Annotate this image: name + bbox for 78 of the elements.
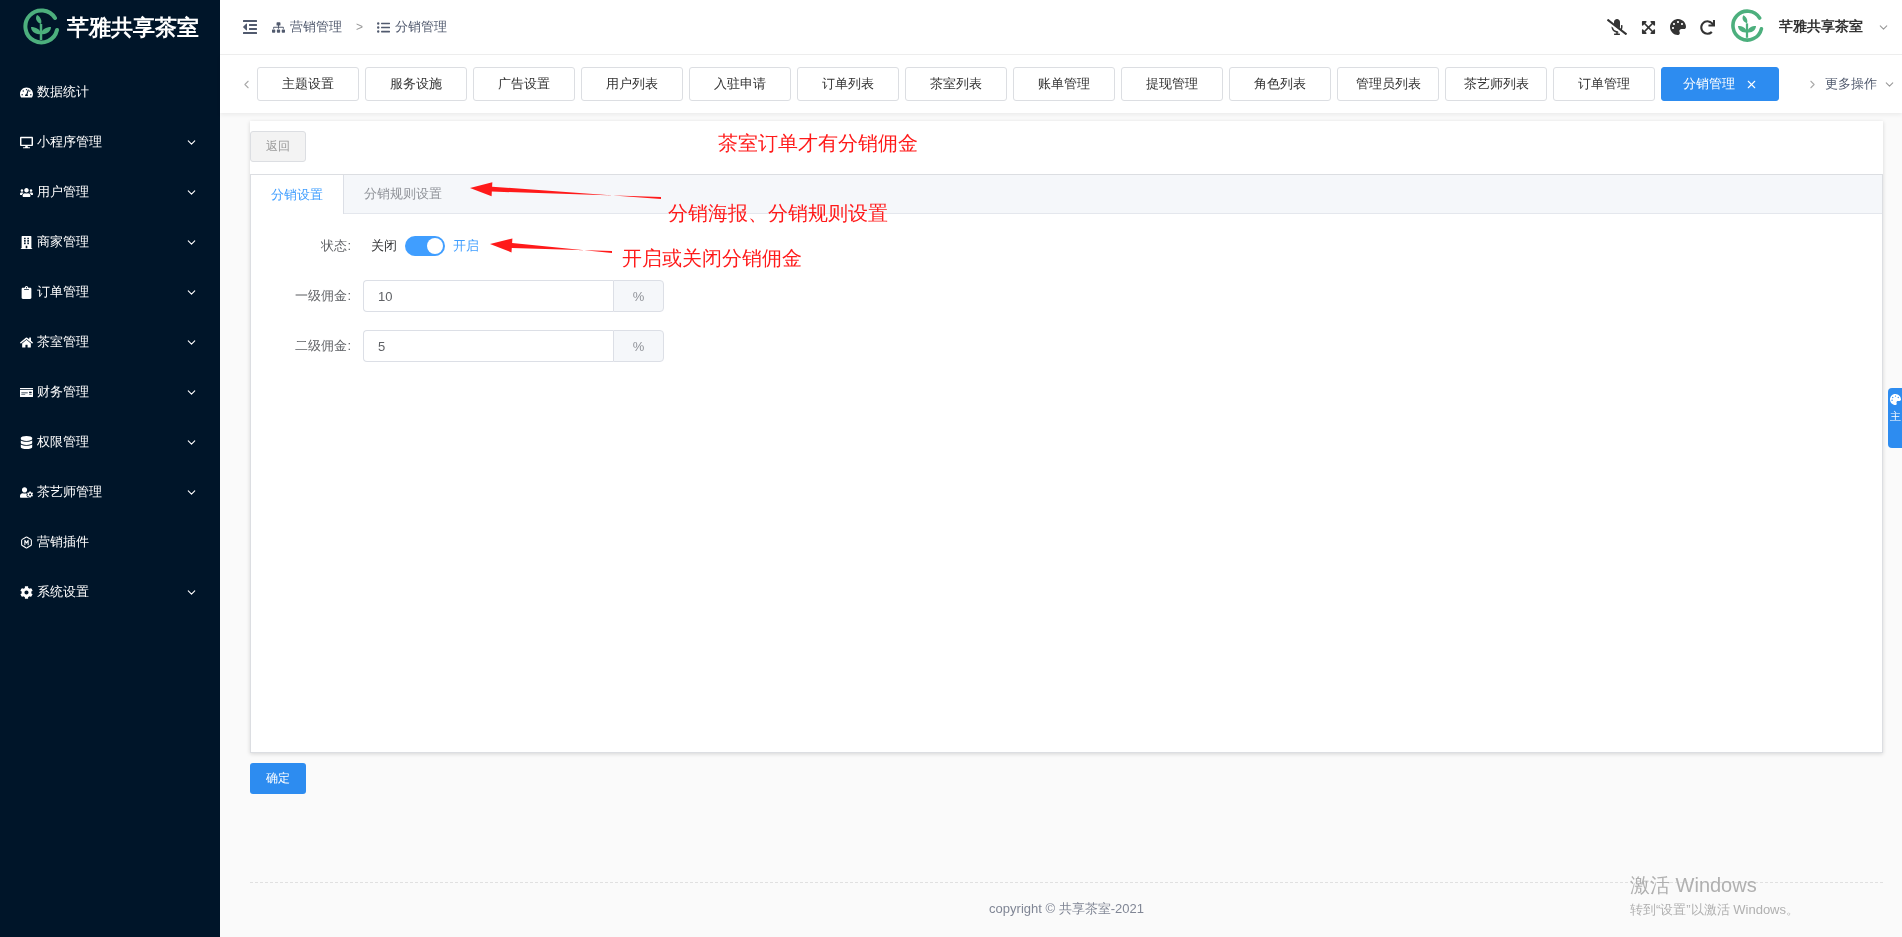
page-tab[interactable]: 订单列表 — [797, 67, 899, 101]
page-tab[interactable]: 主题设置 — [257, 67, 359, 101]
annotation-text: 开启或关闭分销佣金 — [622, 246, 802, 271]
sidebar-item-label: 茶室管理 — [37, 333, 89, 351]
sidebar-item[interactable]: 商家管理 — [0, 217, 220, 267]
page-tab[interactable]: 角色列表 — [1229, 67, 1331, 101]
page-tab[interactable]: 茶室列表 — [905, 67, 1007, 101]
menu-icon — [20, 135, 33, 149]
leaf-logo-icon — [21, 7, 61, 48]
sidebar-item[interactable]: 小程序管理 — [0, 117, 220, 167]
menu-icon — [20, 85, 33, 99]
refresh-icon[interactable] — [1700, 19, 1715, 35]
leaf-logo-icon — [1729, 9, 1765, 45]
switch-on-label: 开启 — [453, 237, 479, 255]
sitemap-icon — [272, 20, 285, 34]
breadcrumb-link[interactable]: 分销管理 — [395, 18, 447, 36]
sidebar-item-label: 商家管理 — [37, 233, 89, 251]
sidebar-item[interactable]: 财务管理 — [0, 367, 220, 417]
sidebar-item[interactable]: 系统设置 — [0, 567, 220, 617]
page-tab[interactable]: 订单管理 — [1553, 67, 1655, 101]
microphone-muted-icon[interactable] — [1607, 17, 1627, 37]
sidebar-item-label: 订单管理 — [37, 283, 89, 301]
commission-input[interactable]: 10 — [363, 280, 613, 312]
sidebar-item-label: 权限管理 — [37, 433, 89, 451]
activation-title: 激活 Windows — [1630, 873, 1758, 898]
sidebar-item[interactable]: 茶艺师管理 — [0, 467, 220, 517]
menu-icon — [20, 235, 33, 249]
status-switch[interactable] — [405, 236, 445, 256]
menu-toggle-icon[interactable] — [242, 19, 258, 35]
sidebar-item-label: 用户管理 — [37, 183, 89, 201]
sidebar-item-label: 小程序管理 — [37, 133, 102, 151]
sidebar-item[interactable]: 营销插件 — [0, 517, 220, 567]
percent-suffix: % — [613, 280, 664, 312]
page-tab[interactable]: 广告设置 — [473, 67, 575, 101]
switch-off-label: 关闭 — [371, 237, 397, 255]
sidebar-item-label: 系统设置 — [37, 583, 89, 601]
sidebar-item-label: 营销插件 — [37, 533, 89, 551]
list-icon — [377, 20, 390, 34]
page-tab[interactable]: 入驻申请 — [689, 67, 791, 101]
menu-icon — [20, 485, 33, 499]
page-tab[interactable]: 管理员列表 — [1337, 67, 1439, 101]
page-tab[interactable]: 提现管理 — [1121, 67, 1223, 101]
brand-name: 芊雅共享茶室 — [67, 13, 199, 42]
commission-input[interactable]: 5 — [363, 330, 613, 362]
annotation-text: 分销海报、分销规则设置 — [668, 201, 888, 226]
sidebar-item[interactable]: 茶室管理 — [0, 317, 220, 367]
menu-icon — [20, 335, 33, 349]
activation-subtitle: 转到“设置”以激活 Windows。 — [1630, 901, 1799, 919]
fullscreen-icon[interactable] — [1641, 19, 1656, 35]
sidebar-item-label: 茶艺师管理 — [37, 483, 102, 501]
menu-icon — [20, 385, 33, 399]
page-tab[interactable]: 茶艺师列表 — [1445, 67, 1547, 101]
sidebar-item-label: 数据统计 — [37, 83, 89, 101]
page-tab[interactable]: 账单管理 — [1013, 67, 1115, 101]
menu-icon — [20, 435, 33, 449]
field-label: 状态: — [320, 237, 352, 255]
menu-icon — [20, 185, 33, 199]
breadcrumb-separator: > — [356, 20, 363, 34]
breadcrumb-link[interactable]: 营销管理 — [290, 18, 342, 36]
more-actions-menu[interactable]: 更多操作 — [1825, 75, 1877, 93]
sidebar-item-label: 财务管理 — [37, 383, 89, 401]
page-tab[interactable]: 服务设施 — [365, 67, 467, 101]
annotation-text: 茶室订单才有分销佣金 — [718, 131, 918, 156]
user-name[interactable]: 芊雅共享茶室 — [1779, 18, 1863, 36]
page-tab[interactable]: 用户列表 — [581, 67, 683, 101]
sidebar-item[interactable]: 数据统计 — [0, 67, 220, 117]
menu-icon — [20, 585, 33, 599]
menu-icon — [20, 535, 33, 549]
percent-suffix: % — [613, 330, 664, 362]
palette-icon[interactable] — [1670, 19, 1686, 35]
palette-icon — [1889, 394, 1901, 405]
sidebar-item[interactable]: 权限管理 — [0, 417, 220, 467]
field-label: 二级佣金: — [294, 337, 352, 355]
sidebar-item[interactable]: 订单管理 — [0, 267, 220, 317]
menu-icon — [20, 285, 33, 299]
field-label: 一级佣金: — [294, 287, 352, 305]
sidebar-item[interactable]: 用户管理 — [0, 167, 220, 217]
copyright-text: copyright © 共享茶室-2021 — [989, 900, 1144, 918]
